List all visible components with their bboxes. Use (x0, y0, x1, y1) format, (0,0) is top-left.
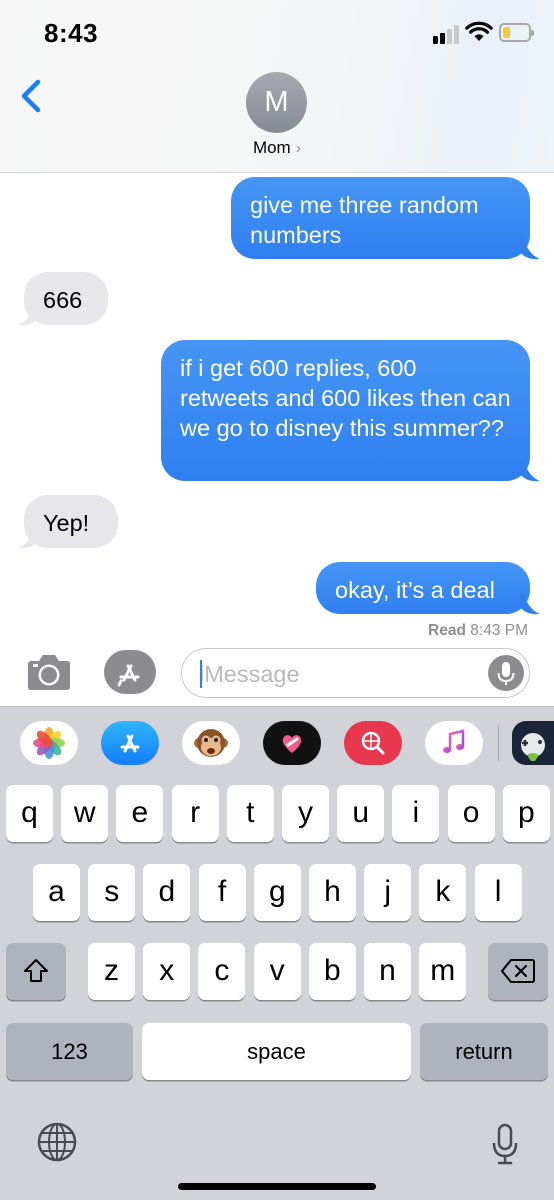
received-message[interactable]: Yep! (24, 495, 118, 548)
microphone-icon[interactable] (490, 1121, 520, 1167)
shift-key[interactable] (6, 943, 66, 1000)
strip-divider (498, 725, 499, 761)
key-r[interactable]: r (171, 785, 219, 842)
delete-key[interactable] (488, 943, 548, 1000)
message-input-field[interactable] (181, 648, 530, 698)
status-time: 8:43 (44, 18, 99, 48)
bubble-tail (520, 460, 540, 482)
key-j[interactable]: j (364, 864, 412, 921)
camera-icon[interactable] (24, 652, 74, 692)
digital-touch-icon[interactable] (263, 721, 321, 765)
sent-message[interactable]: if i get 600 replies, 600 retweets and 6… (161, 340, 530, 481)
bubble-tail (18, 304, 38, 326)
key-b[interactable]: b (308, 943, 356, 1000)
message-text: 666 (43, 287, 83, 313)
shift-icon (24, 959, 48, 982)
bubble-tail (520, 593, 540, 615)
game-app-icon[interactable] (512, 721, 554, 765)
read-receipt: Read 8:43 PM (428, 622, 528, 640)
microphone-icon[interactable] (488, 655, 524, 691)
animoji-monkey-icon[interactable] (182, 721, 240, 765)
app-store-app-icon[interactable] (101, 721, 159, 765)
chevron-left-icon[interactable] (14, 76, 48, 116)
message-input[interactable] (199, 659, 479, 689)
photos-app-icon[interactable] (20, 721, 78, 765)
text-caret (200, 660, 202, 688)
globe-icon[interactable] (36, 1121, 78, 1163)
wifi-icon (465, 21, 493, 41)
bubble-tail (18, 527, 38, 549)
key-h[interactable]: h (309, 864, 356, 921)
key-p[interactable]: p (502, 785, 550, 842)
conversation-header: 8:43 M Mom › (0, 0, 554, 173)
key-l[interactable]: l (474, 864, 522, 921)
message-text: Yep! (43, 510, 90, 536)
sent-message[interactable]: give me three random numbers (231, 177, 530, 259)
key-d[interactable]: d (143, 864, 191, 921)
music-icon[interactable] (425, 721, 483, 765)
key-m[interactable]: m (419, 943, 467, 1000)
key-y[interactable]: y (282, 785, 329, 842)
numbers-key[interactable]: 123 (6, 1023, 133, 1080)
key-c[interactable]: c (198, 943, 246, 1000)
key-u[interactable]: u (337, 785, 385, 842)
home-indicator[interactable] (178, 1183, 376, 1190)
key-x[interactable]: x (143, 943, 191, 1000)
key-k[interactable]: k (419, 864, 467, 921)
key-g[interactable]: g (253, 864, 301, 921)
key-f[interactable]: f (198, 864, 246, 921)
key-i[interactable]: i (392, 785, 440, 842)
key-n[interactable]: n (364, 943, 411, 1000)
key-e[interactable]: e (116, 785, 164, 842)
key-o[interactable]: o (447, 785, 495, 842)
contact-avatar[interactable]: M (246, 72, 307, 133)
contact-name: Mom (252, 138, 291, 157)
key-w[interactable]: w (61, 785, 109, 842)
read-time: 8:43 PM (470, 622, 528, 639)
contact-name-button[interactable]: Mom › (0, 138, 554, 158)
imessage-app-strip (0, 707, 554, 777)
chevron-right-icon: › (295, 140, 302, 157)
key-v[interactable]: v (253, 943, 301, 1000)
message-text: if i get 600 replies, 600 retweets and 6… (180, 355, 511, 441)
key-q[interactable]: q (6, 785, 53, 842)
read-label: Read (428, 622, 466, 639)
app-store-icon[interactable] (104, 650, 156, 694)
message-text: give me three random numbers (250, 192, 479, 248)
keyboard: qwertyuiop asdfghjkl zxcvbnm 123 space r… (0, 706, 554, 1200)
space-key[interactable]: space (142, 1023, 411, 1080)
images-search-icon[interactable] (344, 721, 402, 765)
message-text: okay, it’s a deal (335, 577, 495, 603)
key-t[interactable]: t (226, 785, 274, 842)
cellular-signal-icon (433, 24, 461, 44)
key-a[interactable]: a (33, 864, 80, 921)
sent-message[interactable]: okay, it’s a deal (316, 562, 530, 614)
battery-level (503, 27, 510, 38)
backspace-icon (501, 959, 535, 983)
return-key[interactable]: return (420, 1023, 548, 1080)
key-z[interactable]: z (88, 943, 135, 1000)
key-s[interactable]: s (88, 864, 136, 921)
bubble-tail (520, 238, 540, 260)
battery-low-icon (499, 23, 534, 42)
